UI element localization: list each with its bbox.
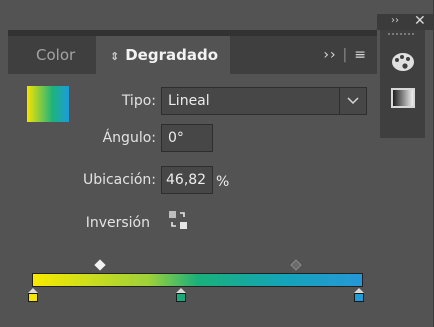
type-select[interactable]: Lineal — [161, 87, 367, 115]
color-stop-right-swatch — [354, 293, 364, 302]
color-stop-left-swatch — [28, 293, 38, 302]
sort-updown-icon[interactable]: ⇕ — [110, 50, 119, 63]
color-stop-left[interactable] — [28, 288, 38, 302]
color-stop-right[interactable] — [354, 288, 364, 302]
side-dock: ›› ✕ — [377, 13, 433, 327]
angle-input-value: 0° — [168, 130, 184, 146]
side-dock-grip[interactable] — [386, 33, 416, 37]
location-input[interactable]: 46,82 — [161, 166, 213, 194]
location-unit: % — [216, 174, 230, 190]
angle-label: Ángulo: — [102, 130, 156, 146]
side-dock-column — [380, 30, 425, 138]
chevron-down-icon[interactable] — [339, 88, 366, 114]
reverse-label: Inversión — [85, 215, 150, 231]
gradient-panel-icon[interactable] — [391, 88, 415, 108]
midpoint-diamond-left[interactable] — [94, 259, 106, 271]
midpoint-diamond-right[interactable] — [290, 259, 302, 271]
type-select-value: Lineal — [168, 93, 210, 109]
panel-tab-bar: Color ⇕ Degradado ›› | ≡ — [8, 36, 377, 74]
panel-menu-group: ›› | ≡ — [323, 36, 367, 74]
double-chevron-right-icon[interactable]: ›› — [391, 15, 399, 26]
hamburger-menu-icon[interactable]: ≡ — [354, 47, 367, 63]
tab-degradado-label: Degradado — [125, 46, 219, 64]
divider: | — [342, 47, 349, 63]
gradient-slider-bar[interactable] — [32, 273, 363, 287]
gradient-panel: Tipo: Lineal Ángulo: 0° Ubicación: 46,82… — [8, 74, 377, 317]
location-label: Ubicación: — [82, 172, 156, 188]
angle-input[interactable]: 0° — [161, 124, 213, 152]
side-dock-header[interactable]: ›› ✕ — [377, 13, 433, 30]
tab-color-label: Color — [36, 46, 76, 64]
close-icon[interactable]: ✕ — [414, 13, 426, 29]
location-input-value: 46,82 — [166, 172, 207, 188]
color-stop-mid-swatch — [176, 293, 186, 302]
app-window: Color ⇕ Degradado ›› | ≡ Tipo: Lineal Ángul… — [0, 0, 434, 327]
color-stop-mid[interactable] — [176, 288, 186, 302]
palette-icon[interactable] — [391, 50, 415, 72]
tab-color[interactable]: Color — [36, 36, 75, 74]
reverse-gradient-icon[interactable] — [168, 210, 188, 230]
gradient-preview-swatch[interactable] — [27, 86, 69, 122]
type-label: Tipo: — [121, 93, 156, 109]
double-chevron-right-icon[interactable]: ›› — [323, 47, 336, 63]
tab-degradado[interactable]: ⇕ Degradado — [96, 36, 230, 74]
